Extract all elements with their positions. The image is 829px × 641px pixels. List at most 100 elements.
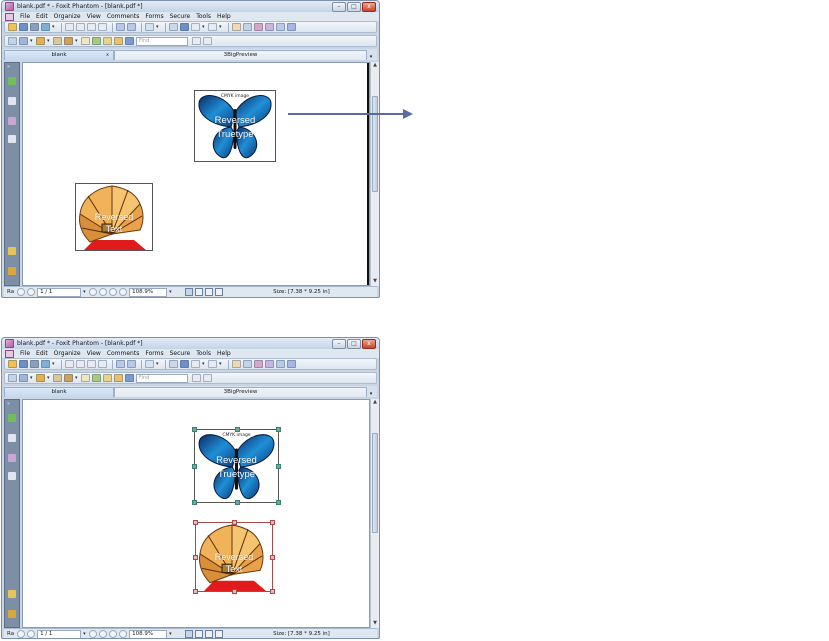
print-icon[interactable] (30, 360, 39, 368)
next-view-icon[interactable] (119, 630, 128, 638)
menu-edit[interactable]: Edit (36, 350, 48, 357)
minimize-button[interactable]: – (332, 2, 346, 12)
snapshot-icon[interactable] (265, 360, 274, 368)
undo-icon[interactable] (65, 23, 74, 31)
tab-blank[interactable]: blank (4, 387, 114, 397)
extract-icon[interactable] (127, 23, 136, 31)
find-next-icon[interactable] (203, 374, 212, 382)
forward-icon[interactable] (98, 23, 107, 31)
zoom-out-icon[interactable] (191, 23, 200, 31)
collapse-panel-icon[interactable]: » (7, 401, 10, 407)
previous-page-icon[interactable] (27, 630, 36, 638)
menu-forms[interactable]: Forms (145, 13, 163, 20)
zoom-level-dropdown-icon[interactable]: ▾ (169, 289, 173, 295)
resize-handle[interactable] (192, 464, 197, 469)
resize-handle[interactable] (270, 589, 275, 594)
scroll-down-icon[interactable]: ▼ (371, 620, 379, 628)
zoom-out-dropdown-icon[interactable]: ▾ (202, 361, 206, 367)
zoom-dropdown-icon[interactable]: ▾ (156, 361, 160, 367)
maximize-button[interactable]: □ (347, 339, 361, 349)
find-previous-icon[interactable] (192, 37, 201, 45)
scroll-down-icon[interactable]: ▼ (371, 278, 379, 286)
tab-close-icon[interactable]: x (106, 51, 109, 60)
single-page-icon[interactable] (185, 630, 194, 638)
hand-tool-icon[interactable] (232, 360, 241, 368)
select-text-icon[interactable] (243, 23, 252, 31)
rotate-icon[interactable] (116, 360, 125, 368)
select-object-icon[interactable] (254, 360, 263, 368)
zoom-level-dropdown-icon[interactable]: ▾ (169, 631, 173, 637)
fan-image[interactable]: Reversed Text (75, 183, 153, 251)
menu-tools[interactable]: Tools (196, 13, 211, 20)
menu-organize[interactable]: Organize (54, 13, 81, 20)
pages-panel-icon[interactable] (8, 77, 16, 85)
find-next-icon[interactable] (203, 37, 212, 45)
butterfly-image-selected[interactable]: CMYK image Reversed Truetype (192, 427, 281, 505)
first-page-icon[interactable] (17, 630, 26, 638)
tab-blank[interactable]: blank x (4, 50, 114, 60)
menu-comments[interactable]: Comments (107, 350, 140, 357)
zoom-level-field[interactable]: 108.9% (129, 629, 168, 638)
zoom-in-icon[interactable] (208, 360, 217, 368)
close-button[interactable]: x (362, 2, 376, 12)
arrow-tool-icon[interactable] (125, 374, 134, 382)
email-icon[interactable] (41, 23, 50, 31)
menu-comments[interactable]: Comments (107, 13, 140, 20)
lock-dropdown-icon[interactable]: ▾ (75, 38, 79, 44)
last-page-icon[interactable] (99, 630, 108, 638)
scroll-thumb[interactable] (372, 433, 378, 533)
facing-icon[interactable] (205, 288, 214, 296)
user-icon[interactable] (36, 37, 45, 45)
select-text-icon[interactable] (243, 360, 252, 368)
resize-handle[interactable] (270, 555, 275, 560)
menu-help[interactable]: Help (217, 13, 231, 20)
fit-page-icon[interactable] (169, 360, 178, 368)
menu-forms[interactable]: Forms (145, 350, 163, 357)
find-input[interactable]: Find (136, 36, 188, 46)
zoom-in-dropdown-icon[interactable]: ▾ (219, 24, 223, 30)
document-menu-icon[interactable] (5, 12, 14, 21)
pages-panel-icon[interactable] (8, 414, 16, 422)
lock-dropdown-icon[interactable]: ▾ (75, 375, 79, 381)
scroll-thumb[interactable] (372, 96, 378, 192)
layout-icon[interactable] (287, 360, 296, 368)
maximize-button[interactable]: □ (347, 2, 361, 12)
menu-organize[interactable]: Organize (54, 350, 81, 357)
email-dropdown-icon[interactable]: ▾ (52, 361, 56, 367)
highlight-icon[interactable] (92, 374, 101, 382)
fit-page-icon[interactable] (169, 23, 178, 31)
open-folder-icon[interactable] (8, 23, 17, 31)
lock-icon[interactable] (64, 374, 73, 382)
scroll-up-icon[interactable]: ▲ (371, 399, 379, 407)
back-icon[interactable] (87, 360, 96, 368)
first-page-icon[interactable] (17, 288, 26, 296)
user-dropdown-icon[interactable]: ▾ (47, 375, 51, 381)
note-icon[interactable] (81, 37, 90, 45)
title-bar[interactable]: blank.pdf * - Foxit Phantom - [blank.pdf… (2, 1, 379, 12)
menu-view[interactable]: View (87, 350, 101, 357)
layers-panel-icon[interactable] (8, 117, 16, 125)
collapse-panel-icon[interactable]: » (7, 64, 10, 70)
continuous-facing-icon[interactable] (215, 288, 224, 296)
resize-handle[interactable] (232, 589, 237, 594)
highlight-icon[interactable] (92, 37, 101, 45)
zoom-out-dropdown-icon[interactable]: ▾ (202, 24, 206, 30)
resize-handle[interactable] (276, 500, 281, 505)
attachments-panel-icon[interactable] (8, 135, 16, 143)
edit-text-icon[interactable] (8, 374, 17, 382)
menu-view[interactable]: View (87, 13, 101, 20)
menu-file[interactable]: File (20, 13, 30, 20)
find-input[interactable]: Find (136, 373, 188, 383)
resize-handle[interactable] (193, 589, 198, 594)
back-icon[interactable] (87, 23, 96, 31)
previous-page-icon[interactable] (27, 288, 36, 296)
next-page-icon[interactable] (89, 288, 98, 296)
tab-list-icon[interactable]: ▾ (367, 391, 375, 397)
typewriter-icon[interactable] (276, 360, 285, 368)
arrow-tool-icon[interactable] (125, 37, 134, 45)
signatures-panel-icon[interactable] (8, 267, 16, 275)
fit-width-icon[interactable] (180, 360, 189, 368)
document-menu-icon[interactable] (5, 349, 14, 358)
fit-width-icon[interactable] (180, 23, 189, 31)
single-page-icon[interactable] (185, 288, 194, 296)
